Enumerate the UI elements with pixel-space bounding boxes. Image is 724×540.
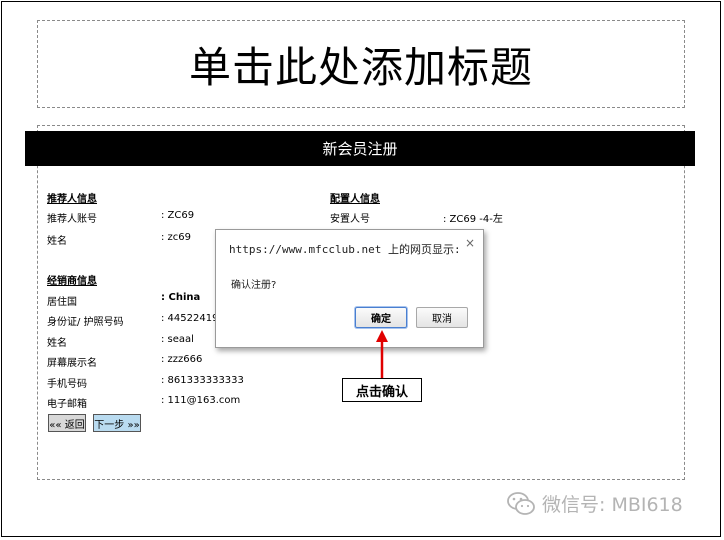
watermark-text: 微信号: MBI618 — [542, 494, 683, 516]
annotation-arrow — [376, 330, 388, 378]
callout-label: 点击确认 — [342, 378, 422, 402]
wechat-icon — [507, 491, 535, 515]
watermark: 微信号: MBI618 — [506, 490, 683, 517]
